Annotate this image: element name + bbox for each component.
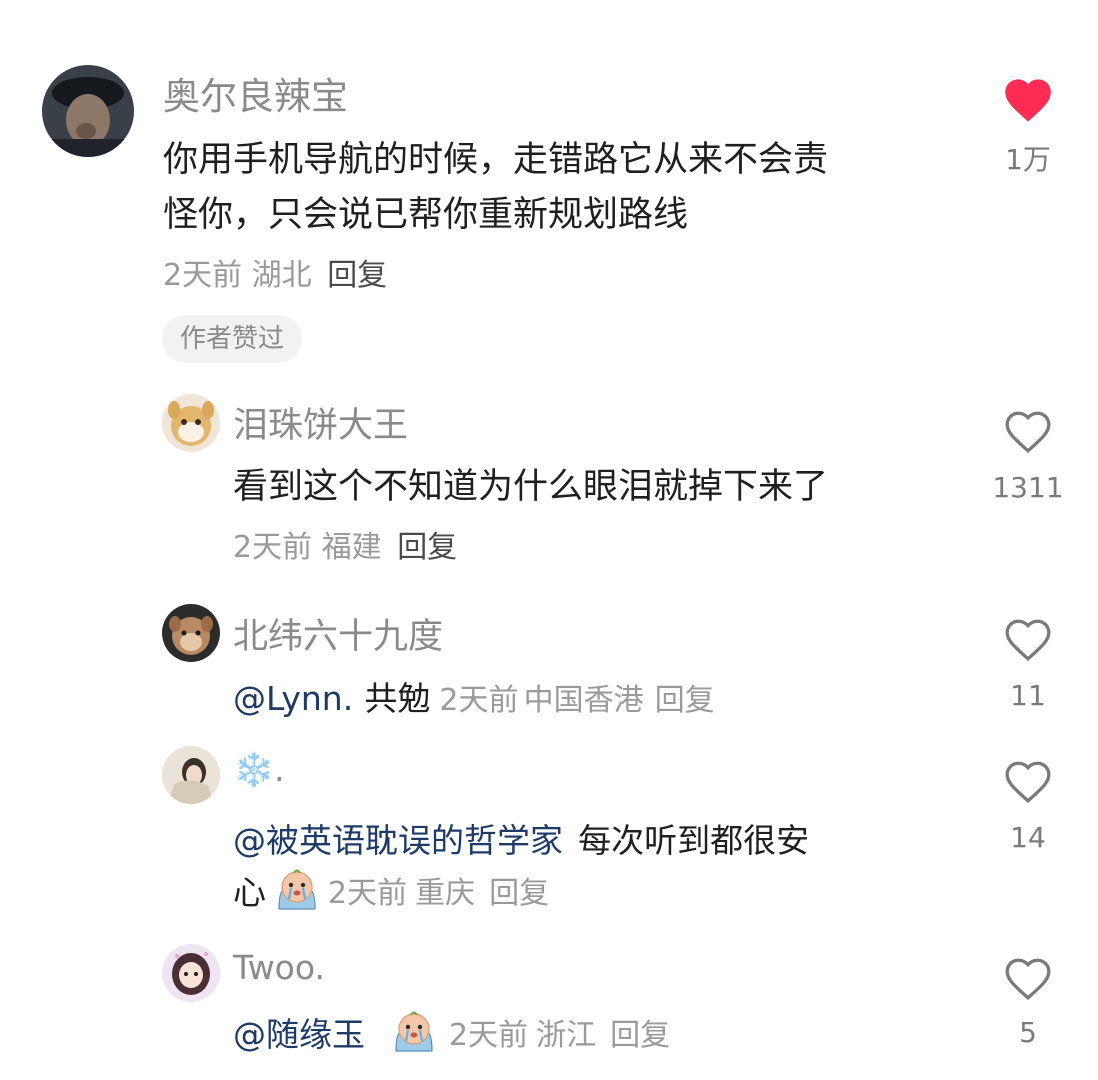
author-liked-badge: 作者赞过	[162, 315, 303, 363]
heart-filled-icon[interactable]	[1002, 76, 1054, 124]
reply-button[interactable]: 回复	[397, 530, 457, 565]
reply-body-line1: @被英语耽误的哲学家 每次听到都很安	[233, 814, 809, 862]
heart-outline-icon[interactable]	[1003, 956, 1053, 1002]
reply-body-line2: 心 2天前 重庆 回复	[233, 866, 549, 914]
comment-location: 湖北	[251, 258, 312, 293]
reply-text-line2: 心	[233, 873, 266, 912]
avatar[interactable]	[162, 394, 220, 452]
like-count: 11	[1010, 679, 1046, 712]
heart-outline-icon[interactable]	[1003, 759, 1053, 805]
reply-button[interactable]: 回复	[327, 258, 387, 293]
comment-username[interactable]: 奥尔良辣宝	[163, 66, 348, 120]
reply-location: 浙江	[536, 1018, 597, 1053]
reply-text-line1: 每次听到都很安	[578, 821, 810, 860]
comment-text-line2: 怪你，只会说已帮你重新规划路线	[163, 195, 689, 235]
avatar[interactable]	[162, 746, 220, 804]
reply-button[interactable]: 回复	[655, 683, 715, 718]
reply-location: 中国香港	[523, 683, 644, 718]
reply-time: 2天前	[449, 1018, 529, 1053]
reply-time: 2天前	[439, 683, 519, 718]
mention-link[interactable]: @被英语耽误的哲学家	[233, 821, 563, 860]
reply-button[interactable]: 回复	[489, 868, 549, 912]
like-count: 1311	[992, 471, 1064, 504]
mention-link[interactable]: @Lynn.	[233, 679, 353, 718]
like-count: 5	[1019, 1016, 1037, 1049]
comment-meta: 2天前 湖北 回复	[163, 250, 387, 294]
like-button[interactable]: 1万	[988, 76, 1068, 178]
heart-outline-icon[interactable]	[1003, 409, 1053, 455]
reply-time: 2天前	[233, 530, 313, 565]
crying-face-sticker-icon	[278, 869, 316, 910]
reply-text: 看到这个不知道为什么眼泪就掉下来了	[233, 467, 829, 507]
avatar[interactable]	[162, 604, 220, 662]
reply-text: 共勉	[364, 679, 431, 718]
heart-outline-icon[interactable]	[1003, 617, 1053, 663]
reply-body: @Lynn. 共勉 2天前 中国香港 回复	[233, 672, 715, 720]
reply-username[interactable]: 北纬六十九度	[233, 608, 443, 659]
reply-body: @随缘玉 2天前 浙江 回复	[233, 1008, 670, 1056]
like-count: 1万	[1005, 143, 1051, 176]
reply-username[interactable]: ❄️.	[233, 750, 285, 790]
reply-username[interactable]: Twoo.	[233, 948, 325, 987]
like-button[interactable]: 5	[988, 956, 1068, 1049]
like-count: 14	[1010, 821, 1046, 854]
crying-face-sticker-icon	[395, 1011, 433, 1052]
comment-text-line1: 你用手机导航的时候，走错路它从来不会责	[163, 140, 829, 180]
mention-link[interactable]: @随缘玉	[233, 1008, 365, 1056]
comment-time: 2天前	[163, 258, 243, 293]
like-button[interactable]: 11	[988, 617, 1068, 712]
reply-location: 福建	[321, 530, 382, 565]
like-button[interactable]: 1311	[988, 409, 1068, 504]
reply-username[interactable]: 泪珠饼大王	[233, 397, 408, 448]
reply-button[interactable]: 回复	[610, 1010, 670, 1054]
reply-time: 2天前	[328, 876, 408, 911]
reply-meta: 2天前 福建 回复	[233, 522, 457, 566]
like-button[interactable]: 14	[988, 759, 1068, 854]
avatar[interactable]	[162, 944, 220, 1002]
avatar[interactable]	[42, 65, 134, 157]
reply-location: 重庆	[415, 876, 476, 911]
